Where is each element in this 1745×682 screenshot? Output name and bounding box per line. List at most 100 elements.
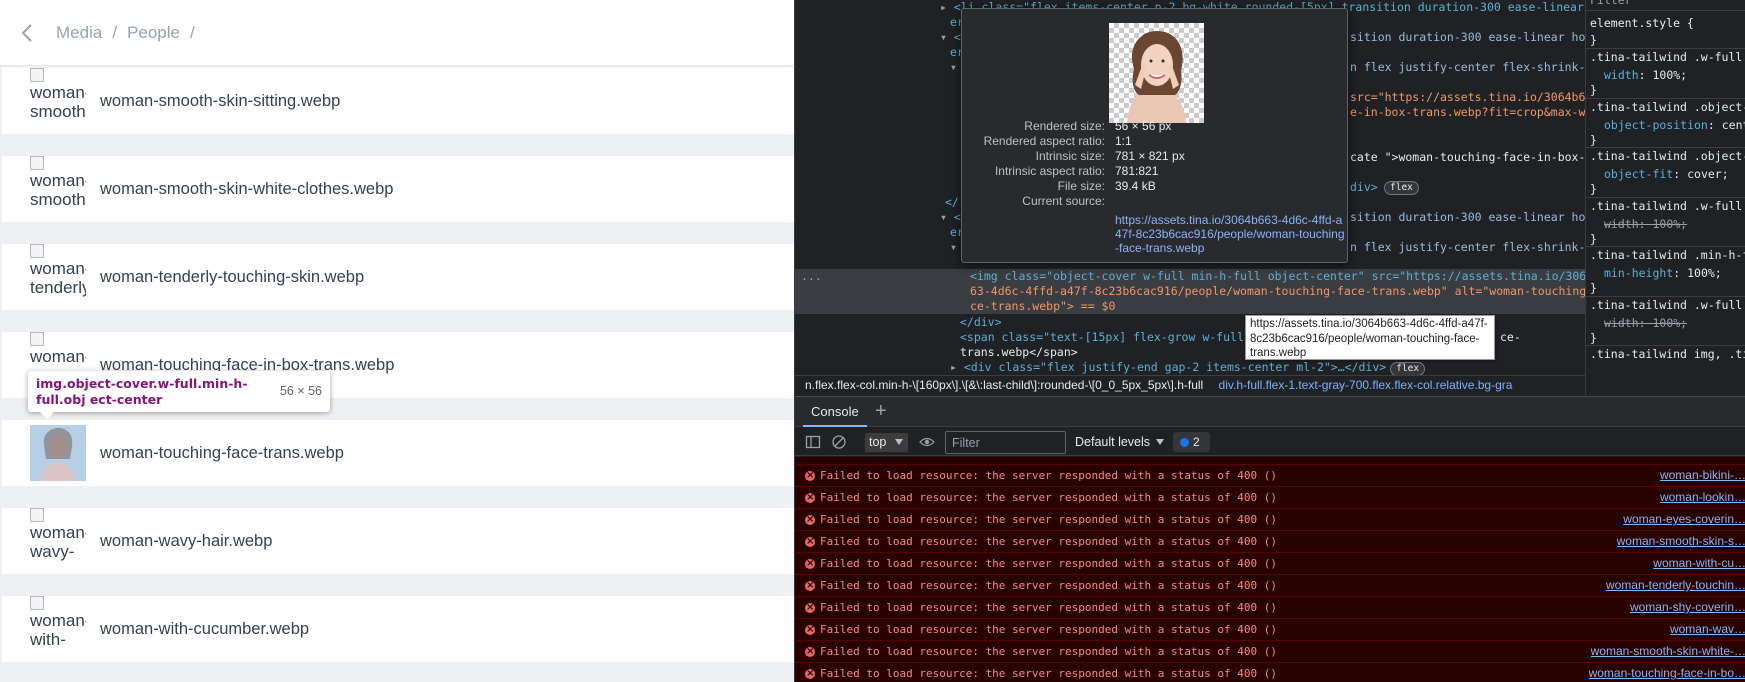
rule-close: } — [1590, 231, 1597, 246]
media-file-row[interactable]: woman-smooth-woman-smooth-skin-white-clo… — [2, 156, 794, 222]
error-icon — [805, 465, 815, 486]
image-info-key: Rendered size: — [1024, 119, 1105, 133]
dom-line-text: sition duration-300 ease-linear hov — [1350, 210, 1585, 224]
console-message-source[interactable]: woman-tenderly-touchin… — [1606, 575, 1745, 596]
style-property: object-position — [1604, 117, 1708, 132]
image-info-row: Current source: — [962, 194, 1349, 210]
style-declaration[interactable]: min-height: 100%; — [1604, 266, 1722, 281]
media-file-row[interactable]: woman-touching-face-trans.webp — [2, 420, 794, 486]
console-filter-input[interactable] — [945, 431, 1066, 454]
style-rule-selector[interactable]: .tina-tailwind .object-c — [1590, 149, 1745, 164]
file-name[interactable]: woman-with-cucumber.webp — [100, 620, 309, 639]
broken-image-icon — [30, 596, 44, 610]
breadcrumb-media[interactable]: Media — [56, 23, 102, 43]
dom-breadcrumb-item[interactable]: div.h-full.flex-1.text-gray-700.flex.fle… — [1219, 378, 1513, 392]
style-value: cent — [1721, 117, 1745, 132]
file-name[interactable]: woman-tenderly-touching-skin.webp — [100, 268, 364, 287]
media-file-row[interactable]: woman-wavy-woman-wavy-hair.webp — [2, 508, 794, 574]
img-node-line-3: ce-trans.webp"> == $0 — [970, 299, 1116, 313]
tab-console[interactable]: Console — [803, 397, 867, 427]
image-info-row: Intrinsic size: 781 × 821 px — [962, 149, 1349, 165]
console-message-source[interactable]: woman-eyes-coverin… — [1623, 509, 1745, 530]
file-thumbnail[interactable] — [30, 425, 86, 481]
dom-line-text: n flex justify-center flex-shrink-0 — [1350, 60, 1585, 74]
console-message-source[interactable]: woman-with-cu… — [1653, 553, 1745, 574]
dom-breadcrumb-item[interactable]: n.flex.flex-col.min-h-\[160px\].\[&\:las… — [805, 378, 1203, 392]
clear-console-icon[interactable] — [831, 434, 847, 450]
file-name[interactable]: woman-wavy-hair.webp — [100, 532, 272, 551]
style-rule-selector[interactable]: .tina-tailwind .w-full { — [1590, 298, 1745, 313]
live-expression-eye-icon[interactable] — [919, 434, 935, 450]
console-error-message[interactable]: Failed to load resource: the server resp… — [795, 465, 1745, 487]
console-error-message[interactable]: Failed to load resource: the server resp… — [795, 509, 1745, 531]
media-manager-pane: Media / People / woman-smooth-woman-smoo… — [0, 0, 794, 682]
media-file-row[interactable]: woman-with-woman-with-cucumber.webp — [2, 596, 794, 662]
file-name[interactable]: woman-smooth-skin-sitting.webp — [100, 92, 340, 111]
breadcrumb-people[interactable]: People — [127, 23, 180, 43]
style-rule-selector[interactable]: .tina-tailwind .w-full { — [1590, 199, 1745, 214]
chevron-left-icon[interactable] — [18, 22, 36, 44]
image-info-key: Rendered aspect ratio: — [983, 134, 1105, 148]
console-message-source[interactable]: woman-wav… — [1670, 619, 1745, 640]
console-message-text: Failed to load resource: the server resp… — [820, 491, 1277, 504]
dom-line-text: n flex justify-center flex-shrink-0 — [1350, 240, 1585, 254]
console-error-message[interactable]: Failed to load resource: the server resp… — [795, 487, 1745, 509]
style-property: width — [1604, 315, 1639, 330]
console-error-message[interactable]: Failed to load resource: the server resp… — [795, 663, 1745, 682]
current-source-link[interactable]: https://assets.tina.io/3064b663-4d6c-4ff… — [1115, 213, 1345, 255]
file-thumbnail[interactable]: woman-wavy- — [30, 508, 86, 564]
style-declaration[interactable]: width: 100%; — [1604, 316, 1687, 331]
console-error-message[interactable]: Failed to load resource: the server resp… — [795, 575, 1745, 597]
rule-close: } — [1590, 182, 1597, 196]
style-rule-selector[interactable]: .tina-tailwind img, .ti — [1590, 347, 1745, 362]
style-declaration[interactable]: width: 100%; — [1604, 217, 1687, 232]
error-icon — [805, 509, 815, 530]
style-rule-selector[interactable]: .tina-tailwind .object-c — [1590, 100, 1745, 115]
selected-img-node[interactable]: ... <img class="object-cover w-full min-… — [795, 269, 1585, 314]
dom-line[interactable]: ▸ <div class="flex justify-end gap-2 ite… — [795, 360, 1585, 375]
flex-badge[interactable]: flex — [1390, 362, 1426, 375]
style-rule-selector[interactable]: .tina-tailwind .min-h-f — [1590, 248, 1745, 263]
console-error-message[interactable]: Failed to load resource: the server resp… — [795, 619, 1745, 641]
issues-counter-badge[interactable]: 2 — [1173, 432, 1210, 452]
element-style-rule: element.style { — [1590, 16, 1694, 30]
style-declaration[interactable]: object-position: cent — [1604, 118, 1745, 133]
context-select[interactable]: top — [865, 433, 909, 452]
style-property: width — [1604, 216, 1639, 231]
media-file-row[interactable]: woman-smooth-woman-smooth-skin-sitting.w… — [2, 68, 794, 134]
log-levels-dropdown[interactable]: Default levels — [1075, 433, 1166, 452]
style-declaration[interactable]: width: 100%; — [1604, 68, 1687, 83]
media-file-row[interactable]: woman-tenderly-woman-tenderly-touching-s… — [2, 244, 794, 310]
add-tab-icon[interactable]: + — [875, 400, 887, 422]
style-rule-selector[interactable]: .tina-tailwind .w-full { — [1590, 50, 1745, 65]
console-message-source[interactable]: woman-smooth-skin-s… — [1617, 531, 1745, 552]
image-info-value: 1:1 — [1115, 134, 1132, 148]
breadcrumb-separator: / — [112, 22, 118, 42]
file-thumbnail[interactable]: woman-tenderly- — [30, 244, 86, 300]
alt-text: woman- — [30, 611, 86, 630]
console-error-message[interactable]: Failed to load resource: the server resp… — [795, 553, 1745, 575]
console-error-message[interactable]: Failed to load resource: the server resp… — [795, 597, 1745, 619]
file-thumbnail[interactable]: woman-smooth- — [30, 156, 86, 212]
console-error-message[interactable]: Failed to load resource: the server resp… — [795, 641, 1745, 663]
sidebar-toggle-icon[interactable] — [805, 434, 821, 450]
console-drawer: Console + top Default le — [795, 396, 1745, 682]
console-message-source[interactable]: woman-touching-face-in-bo… — [1589, 663, 1745, 682]
console-message-source[interactable]: woman-lookin… — [1660, 487, 1745, 508]
style-declaration[interactable]: object-fit: cover; — [1604, 167, 1729, 182]
file-thumbnail[interactable]: woman-smooth- — [30, 68, 86, 124]
styles-filter[interactable]: Filter — [1590, 0, 1632, 8]
file-thumbnail[interactable]: woman-with- — [30, 596, 86, 652]
console-error-message[interactable]: Failed to load resource: the server resp… — [795, 531, 1745, 553]
broken-image-icon — [30, 156, 44, 170]
console-message-source[interactable]: woman-shy-coverin… — [1630, 597, 1745, 618]
style-value: cover; — [1687, 167, 1729, 181]
image-preview-thumbnail — [1109, 23, 1204, 123]
flex-badge[interactable]: flex — [1384, 181, 1419, 195]
chevron-down-icon — [895, 439, 904, 445]
file-name[interactable]: woman-touching-face-trans.webp — [100, 444, 344, 463]
console-message-source[interactable]: woman-bikini-… — [1660, 465, 1745, 486]
file-name[interactable]: woman-smooth-skin-white-clothes.webp — [100, 180, 393, 199]
console-error-message[interactable] — [795, 457, 1745, 465]
console-message-source[interactable]: woman-smooth-skin-white-… — [1591, 641, 1745, 662]
